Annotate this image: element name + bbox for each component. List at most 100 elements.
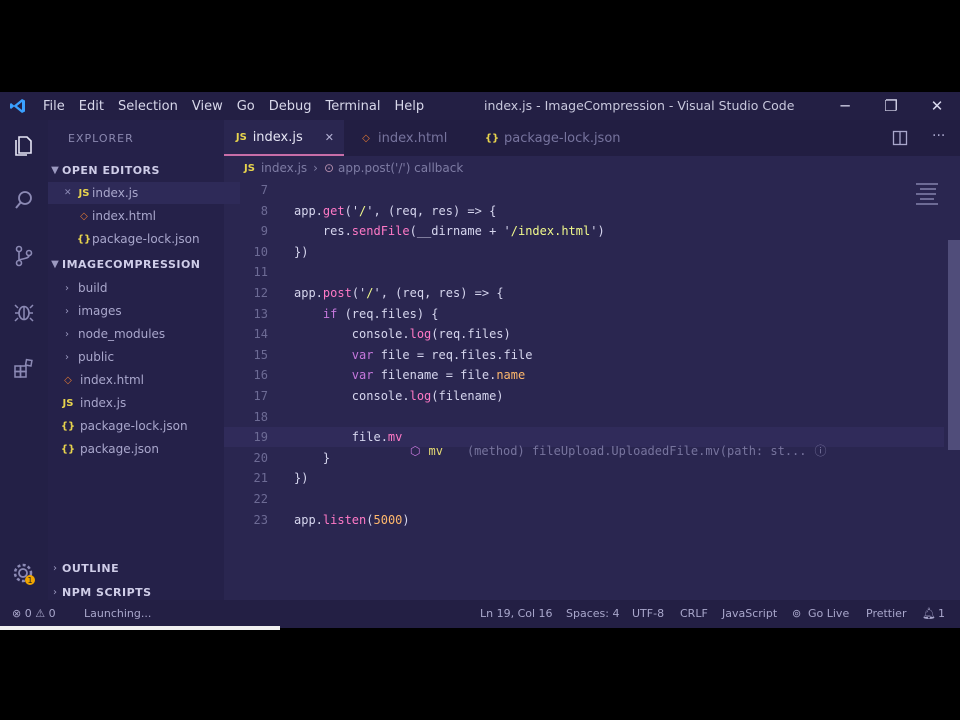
code-token: console. (294, 327, 410, 342)
go-live-button[interactable]: Go Live (808, 607, 849, 620)
code-line[interactable]: 7 (224, 180, 944, 200)
editor-scrollbar[interactable] (948, 240, 960, 450)
code-token: listen (322, 512, 367, 527)
project-section[interactable]: ▼ IMAGECOMPRESSION (48, 253, 224, 275)
code-line[interactable]: 8 app.get('/', (req, res) => { (224, 201, 944, 221)
notification-count[interactable]: 1 (938, 607, 945, 620)
code-line[interactable]: 18 (224, 407, 944, 427)
outline-label: OUTLINE (62, 561, 120, 575)
tree-item-label: package.json (80, 442, 160, 456)
close-icon[interactable]: ✕ (325, 131, 334, 144)
source-control-icon[interactable] (8, 240, 40, 272)
language-mode[interactable]: JavaScript (722, 607, 777, 620)
close-button[interactable]: ✕ (914, 92, 960, 120)
chevron-right-icon: › (65, 305, 69, 317)
go-live-icon: ⊚ (792, 607, 802, 620)
code-token: (' (351, 286, 367, 300)
tab-package-lock-json[interactable]: {} package-lock.json (474, 120, 644, 156)
open-editor-item[interactable]: ✕ JS index.js (48, 182, 240, 204)
code-token: ') (590, 224, 605, 239)
explorer-icon[interactable] (8, 130, 40, 162)
code-line[interactable]: 15 var file = req.files.file (224, 345, 944, 365)
code-token: if (294, 306, 338, 321)
code-token: (req.files) (431, 327, 511, 342)
file-item[interactable]: {} package-lock.json (48, 415, 236, 437)
code-token: log (409, 389, 432, 403)
code-line[interactable]: 14 console.log(req.files) (224, 324, 944, 344)
code-token: / (366, 286, 374, 300)
debug-icon[interactable] (8, 296, 40, 328)
line-ending[interactable]: CRLF (680, 607, 708, 620)
tab-index-html[interactable]: ◇ index.html (348, 120, 484, 156)
menu-help[interactable]: Help (387, 99, 431, 114)
code-line[interactable]: 12 app.post('/', (req, res) => { (224, 283, 944, 303)
suggestion-widget[interactable]: ⬡ mv (method) fileUpload.UploadedFile.mv… (410, 442, 827, 459)
window-title: index.js - ImageCompression - Visual Stu… (484, 98, 795, 113)
prettier-button[interactable]: Prettier (866, 607, 906, 620)
menu-terminal[interactable]: Terminal (319, 99, 388, 114)
code-token: res. (294, 224, 352, 239)
maximize-button[interactable]: ❐ (868, 92, 914, 120)
code-token: post (322, 286, 352, 300)
code-line[interactable]: 13 if (req.files) { (224, 304, 944, 324)
split-editor-icon[interactable] (892, 130, 908, 150)
activity-bar: 1 (0, 120, 48, 600)
close-icon[interactable]: ✕ (64, 188, 76, 198)
code-line[interactable]: 9 res.sendFile(__dirname + '/index.html'… (224, 221, 944, 241)
line-number: 7 (260, 183, 268, 197)
code-token: app. (294, 512, 323, 527)
info-icon[interactable]: ⓘ (815, 442, 827, 459)
extensions-icon[interactable] (8, 352, 40, 384)
code-token: var (294, 347, 374, 362)
code-line[interactable]: 17 console.log(filename) (224, 386, 944, 406)
outline-section[interactable]: › OUTLINE (48, 557, 224, 579)
explorer-title: EXPLORER (68, 132, 134, 145)
code-line[interactable]: 22 (224, 489, 944, 509)
code-token: name (496, 368, 526, 383)
vscode-window: File Edit Selection View Go Debug Terminal Help… (0, 92, 960, 628)
menu-selection[interactable]: Selection (111, 99, 185, 114)
folder-item[interactable]: › public (48, 346, 236, 368)
code-text: var filename = file.name (294, 368, 525, 382)
more-actions-icon[interactable]: ··· (932, 128, 945, 144)
breadcrumb-item[interactable]: app.post('/') callback (338, 161, 463, 175)
tree-item-label: images (78, 304, 122, 318)
file-item[interactable]: JS index.js (48, 392, 236, 414)
minimize-button[interactable]: ─ (822, 92, 868, 120)
video-progress-bar (0, 626, 280, 630)
menu-file[interactable]: File (36, 99, 72, 114)
code-line[interactable]: 11 (224, 262, 944, 282)
open-editor-item[interactable]: {} package-lock.json (48, 228, 252, 250)
menu-go[interactable]: Go (230, 99, 262, 114)
file-item[interactable]: ◇ index.html (48, 369, 236, 391)
open-editors-section[interactable]: ▼ OPEN EDITORS (48, 159, 224, 181)
breadcrumb-item[interactable]: index.js (261, 161, 307, 175)
code-line[interactable]: 21}) (224, 468, 944, 488)
js-file-icon: JS (62, 397, 74, 409)
problems-indicator[interactable]: ⊗ 0 ⚠ 0 (12, 607, 56, 620)
code-line[interactable]: 10}) (224, 242, 944, 262)
code-token: console. (294, 389, 410, 403)
folder-item[interactable]: › images (48, 300, 236, 322)
code-editor[interactable]: 23 app.listen(5000) 22 21}) 20 } 19 file.mv 18… (224, 180, 944, 600)
settings-gear-icon[interactable]: 1 (8, 558, 40, 590)
line-number: 15 (253, 347, 268, 362)
minimap[interactable] (912, 180, 942, 210)
tab-index-js[interactable]: JS index.js ✕ (224, 120, 344, 156)
folder-item[interactable]: › build (48, 277, 236, 299)
code-line[interactable]: 16 var filename = file.name (224, 365, 944, 385)
encoding[interactable]: UTF-8 (632, 607, 664, 620)
file-item[interactable]: {} package.json (48, 438, 236, 460)
search-icon[interactable] (8, 184, 40, 216)
line-number: 16 (253, 368, 268, 383)
editor-tab-bar: JS index.js ✕ ◇ index.html {} package-lo… (224, 120, 960, 156)
indentation[interactable]: Spaces: 4 (566, 607, 619, 620)
menu-view[interactable]: View (185, 99, 230, 114)
code-line[interactable]: 23 app.listen(5000) (224, 510, 944, 530)
line-number: 23 (253, 512, 268, 527)
folder-item[interactable]: › node_modules (48, 323, 236, 345)
open-editor-item[interactable]: ◇ index.html (48, 205, 252, 227)
menu-edit[interactable]: Edit (72, 99, 111, 114)
menu-debug[interactable]: Debug (262, 99, 319, 114)
cursor-position[interactable]: Ln 19, Col 16 (480, 607, 553, 620)
